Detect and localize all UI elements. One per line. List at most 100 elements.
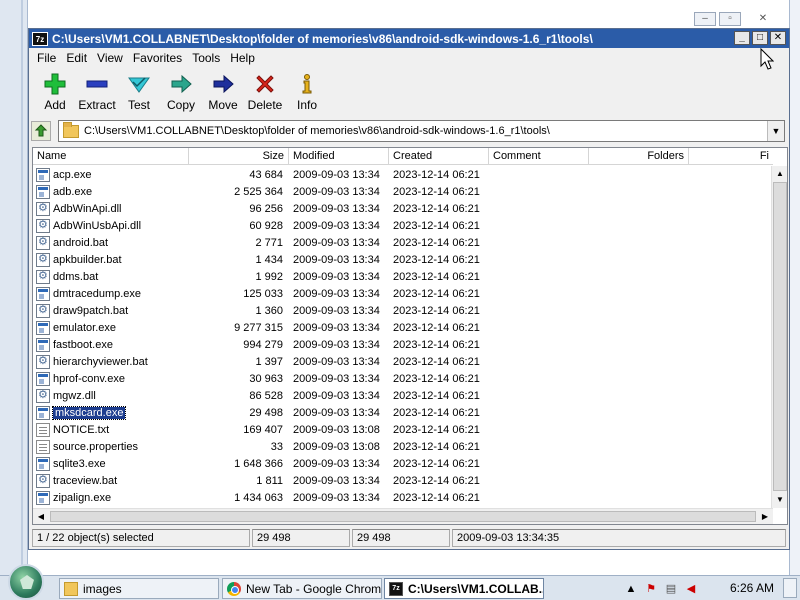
plus-icon bbox=[43, 72, 67, 96]
column-header-modified[interactable]: Modified bbox=[289, 148, 389, 165]
settings-file-icon bbox=[36, 303, 50, 318]
background-maximize-button[interactable]: ▫ bbox=[719, 12, 741, 26]
table-row[interactable]: hierarchyviewer.bat 1 397 2009-09-03 13:34… bbox=[33, 353, 771, 370]
show-hidden-icons-icon[interactable]: ▲ bbox=[624, 582, 638, 596]
system-tray: ▲ ⚑ ▤ ◀ bbox=[624, 578, 698, 599]
file-name-cell: ddms.bat bbox=[33, 269, 189, 284]
horizontal-scrollbar[interactable]: ◀ ▶ bbox=[33, 508, 773, 524]
scroll-left-arrow-icon[interactable]: ◀ bbox=[33, 509, 49, 525]
table-row[interactable]: dmtracedump.exe 125 033 2009-09-03 13:34 20… bbox=[33, 285, 771, 302]
vertical-scrollbar[interactable]: ▲ ▼ bbox=[771, 166, 787, 508]
menu-edit[interactable]: Edit bbox=[61, 51, 92, 65]
volume-icon[interactable]: ◀ bbox=[684, 582, 698, 596]
file-modified: 2009-09-03 13:34 bbox=[293, 372, 380, 385]
table-row[interactable]: fastboot.exe 994 279 2009-09-03 13:34 2023-… bbox=[33, 336, 771, 353]
table-row[interactable]: adb.exe 2 525 364 2009-09-03 13:34 2023-12-… bbox=[33, 183, 771, 200]
up-folder-button[interactable] bbox=[31, 121, 51, 141]
table-row[interactable]: sqlite3.exe 1 648 366 2009-09-03 13:34 2023… bbox=[33, 455, 771, 472]
menu-file[interactable]: File bbox=[32, 51, 61, 65]
add-label: Add bbox=[44, 98, 66, 112]
taskbar-item-sevenzip[interactable]: 7z C:\Users\VM1.COLLAB... bbox=[384, 578, 544, 599]
network-icon[interactable]: ▤ bbox=[664, 582, 678, 596]
file-name-cell: sqlite3.exe bbox=[33, 456, 189, 471]
menu-tools[interactable]: Tools bbox=[187, 51, 225, 65]
table-row[interactable]: ddms.bat 1 992 2009-09-03 13:34 2023-12-14 … bbox=[33, 268, 771, 285]
delete-x-icon bbox=[253, 72, 277, 96]
settings-file-icon bbox=[36, 235, 50, 250]
title-bar[interactable]: 7z C:\Users\VM1.COLLABNET\Desktop\folder… bbox=[29, 29, 789, 48]
executable-file-icon bbox=[36, 286, 50, 301]
maximize-button[interactable]: □ bbox=[752, 31, 768, 45]
show-desktop-button[interactable] bbox=[783, 578, 797, 598]
table-row[interactable]: AdbWinApi.dll 96 256 2009-09-03 13:34 2023-… bbox=[33, 200, 771, 217]
move-label: Move bbox=[208, 98, 238, 112]
action-center-icon[interactable]: ⚑ bbox=[644, 582, 658, 596]
file-name: source.properties bbox=[53, 440, 138, 453]
address-bar: C:\Users\VM1.COLLABNET\Desktop\folder of… bbox=[29, 119, 789, 143]
horizontal-scroll-thumb[interactable] bbox=[50, 511, 756, 522]
chrome-icon bbox=[227, 581, 241, 596]
vertical-scroll-thumb[interactable] bbox=[773, 182, 787, 491]
table-row[interactable]: NOTICE.txt 169 407 2009-09-03 13:08 2023-12… bbox=[33, 421, 771, 438]
table-row[interactable]: draw9patch.bat 1 360 2009-09-03 13:34 2023-… bbox=[33, 302, 771, 319]
info-button[interactable]: Info bbox=[286, 69, 328, 115]
menu-view[interactable]: View bbox=[92, 51, 128, 65]
taskbar-item-chrome[interactable]: New Tab - Google Chrome bbox=[222, 578, 382, 599]
table-row[interactable]: android.bat 2 771 2009-09-03 13:34 2023-12-… bbox=[33, 234, 771, 251]
table-row[interactable]: traceview.bat 1 811 2009-09-03 13:34 2023-1… bbox=[33, 472, 771, 489]
scroll-right-arrow-icon[interactable]: ▶ bbox=[757, 509, 773, 525]
scroll-down-arrow-icon[interactable]: ▼ bbox=[772, 492, 788, 508]
background-window-frame-left bbox=[0, 0, 28, 575]
move-button[interactable]: Move bbox=[202, 69, 244, 115]
file-name: sqlite3.exe bbox=[53, 457, 106, 470]
file-size: 2 771 bbox=[255, 236, 283, 249]
column-header-comment[interactable]: Comment bbox=[489, 148, 589, 165]
table-row[interactable]: apkbuilder.bat 1 434 2009-09-03 13:34 2023-… bbox=[33, 251, 771, 268]
column-header-size[interactable]: Size bbox=[189, 148, 289, 165]
path-input[interactable]: C:\Users\VM1.COLLABNET\Desktop\folder of… bbox=[58, 120, 785, 142]
column-header-files[interactable]: Fi bbox=[689, 148, 773, 165]
file-name-cell: NOTICE.txt bbox=[33, 422, 189, 437]
column-header-created[interactable]: Created bbox=[389, 148, 489, 165]
file-size: 2 525 364 bbox=[234, 185, 283, 198]
table-row[interactable]: mksdcard.exe 29 498 2009-09-03 13:34 2023-1… bbox=[33, 404, 771, 421]
column-header-name[interactable]: Name bbox=[33, 148, 189, 165]
table-row[interactable]: source.properties 33 2009-09-03 13:08 2023-… bbox=[33, 438, 771, 455]
background-minimize-button[interactable]: – bbox=[694, 12, 716, 26]
add-button[interactable]: Add bbox=[34, 69, 76, 115]
extract-button[interactable]: Extract bbox=[76, 69, 118, 115]
start-button[interactable] bbox=[8, 564, 44, 600]
table-row[interactable]: zipalign.exe 1 434 063 2009-09-03 13:34 202… bbox=[33, 489, 771, 506]
menu-favorites[interactable]: Favorites bbox=[128, 51, 187, 65]
close-button[interactable]: ✕ bbox=[770, 31, 786, 45]
taskbar-item-images[interactable]: images bbox=[59, 578, 219, 599]
delete-button[interactable]: Delete bbox=[244, 69, 286, 115]
file-created: 2023-12-14 06:21 bbox=[393, 321, 480, 334]
menu-bar: File Edit View Favorites Tools Help bbox=[29, 48, 789, 67]
path-text: C:\Users\VM1.COLLABNET\Desktop\folder of… bbox=[84, 125, 550, 137]
background-close-button[interactable]: ✕ bbox=[752, 12, 774, 26]
copy-button[interactable]: Copy bbox=[160, 69, 202, 115]
chevron-down-icon[interactable]: ▼ bbox=[767, 121, 784, 141]
file-size: 86 528 bbox=[249, 389, 283, 402]
column-header-folders[interactable]: Folders bbox=[589, 148, 689, 165]
file-name: NOTICE.txt bbox=[53, 423, 110, 436]
file-created: 2023-12-14 06:21 bbox=[393, 270, 480, 283]
extract-label: Extract bbox=[78, 98, 116, 112]
test-button[interactable]: Test bbox=[118, 69, 160, 115]
menu-help[interactable]: Help bbox=[225, 51, 260, 65]
taskbar-item-label: C:\Users\VM1.COLLAB... bbox=[408, 581, 544, 596]
table-row[interactable]: AdbWinUsbApi.dll 60 928 2009-09-03 13:34 20… bbox=[33, 217, 771, 234]
settings-file-icon bbox=[36, 354, 50, 369]
file-size: 1 360 bbox=[255, 304, 283, 317]
table-row[interactable]: acp.exe 43 684 2009-09-03 13:34 2023-12-14 … bbox=[33, 166, 771, 183]
table-row[interactable]: emulator.exe 9 277 315 2009-09-03 13:34 202… bbox=[33, 319, 771, 336]
clock[interactable]: 6:26 AM bbox=[730, 581, 774, 595]
copy-arrow-icon bbox=[169, 72, 193, 96]
file-modified: 2009-09-03 13:34 bbox=[293, 474, 380, 487]
table-row[interactable]: mgwz.dll 86 528 2009-09-03 13:34 2023-12-14… bbox=[33, 387, 771, 404]
file-modified: 2009-09-03 13:34 bbox=[293, 491, 380, 504]
table-row[interactable]: hprof-conv.exe 30 963 2009-09-03 13:34 2023… bbox=[33, 370, 771, 387]
scroll-up-arrow-icon[interactable]: ▲ bbox=[772, 166, 788, 182]
minimize-button[interactable]: _ bbox=[734, 31, 750, 45]
